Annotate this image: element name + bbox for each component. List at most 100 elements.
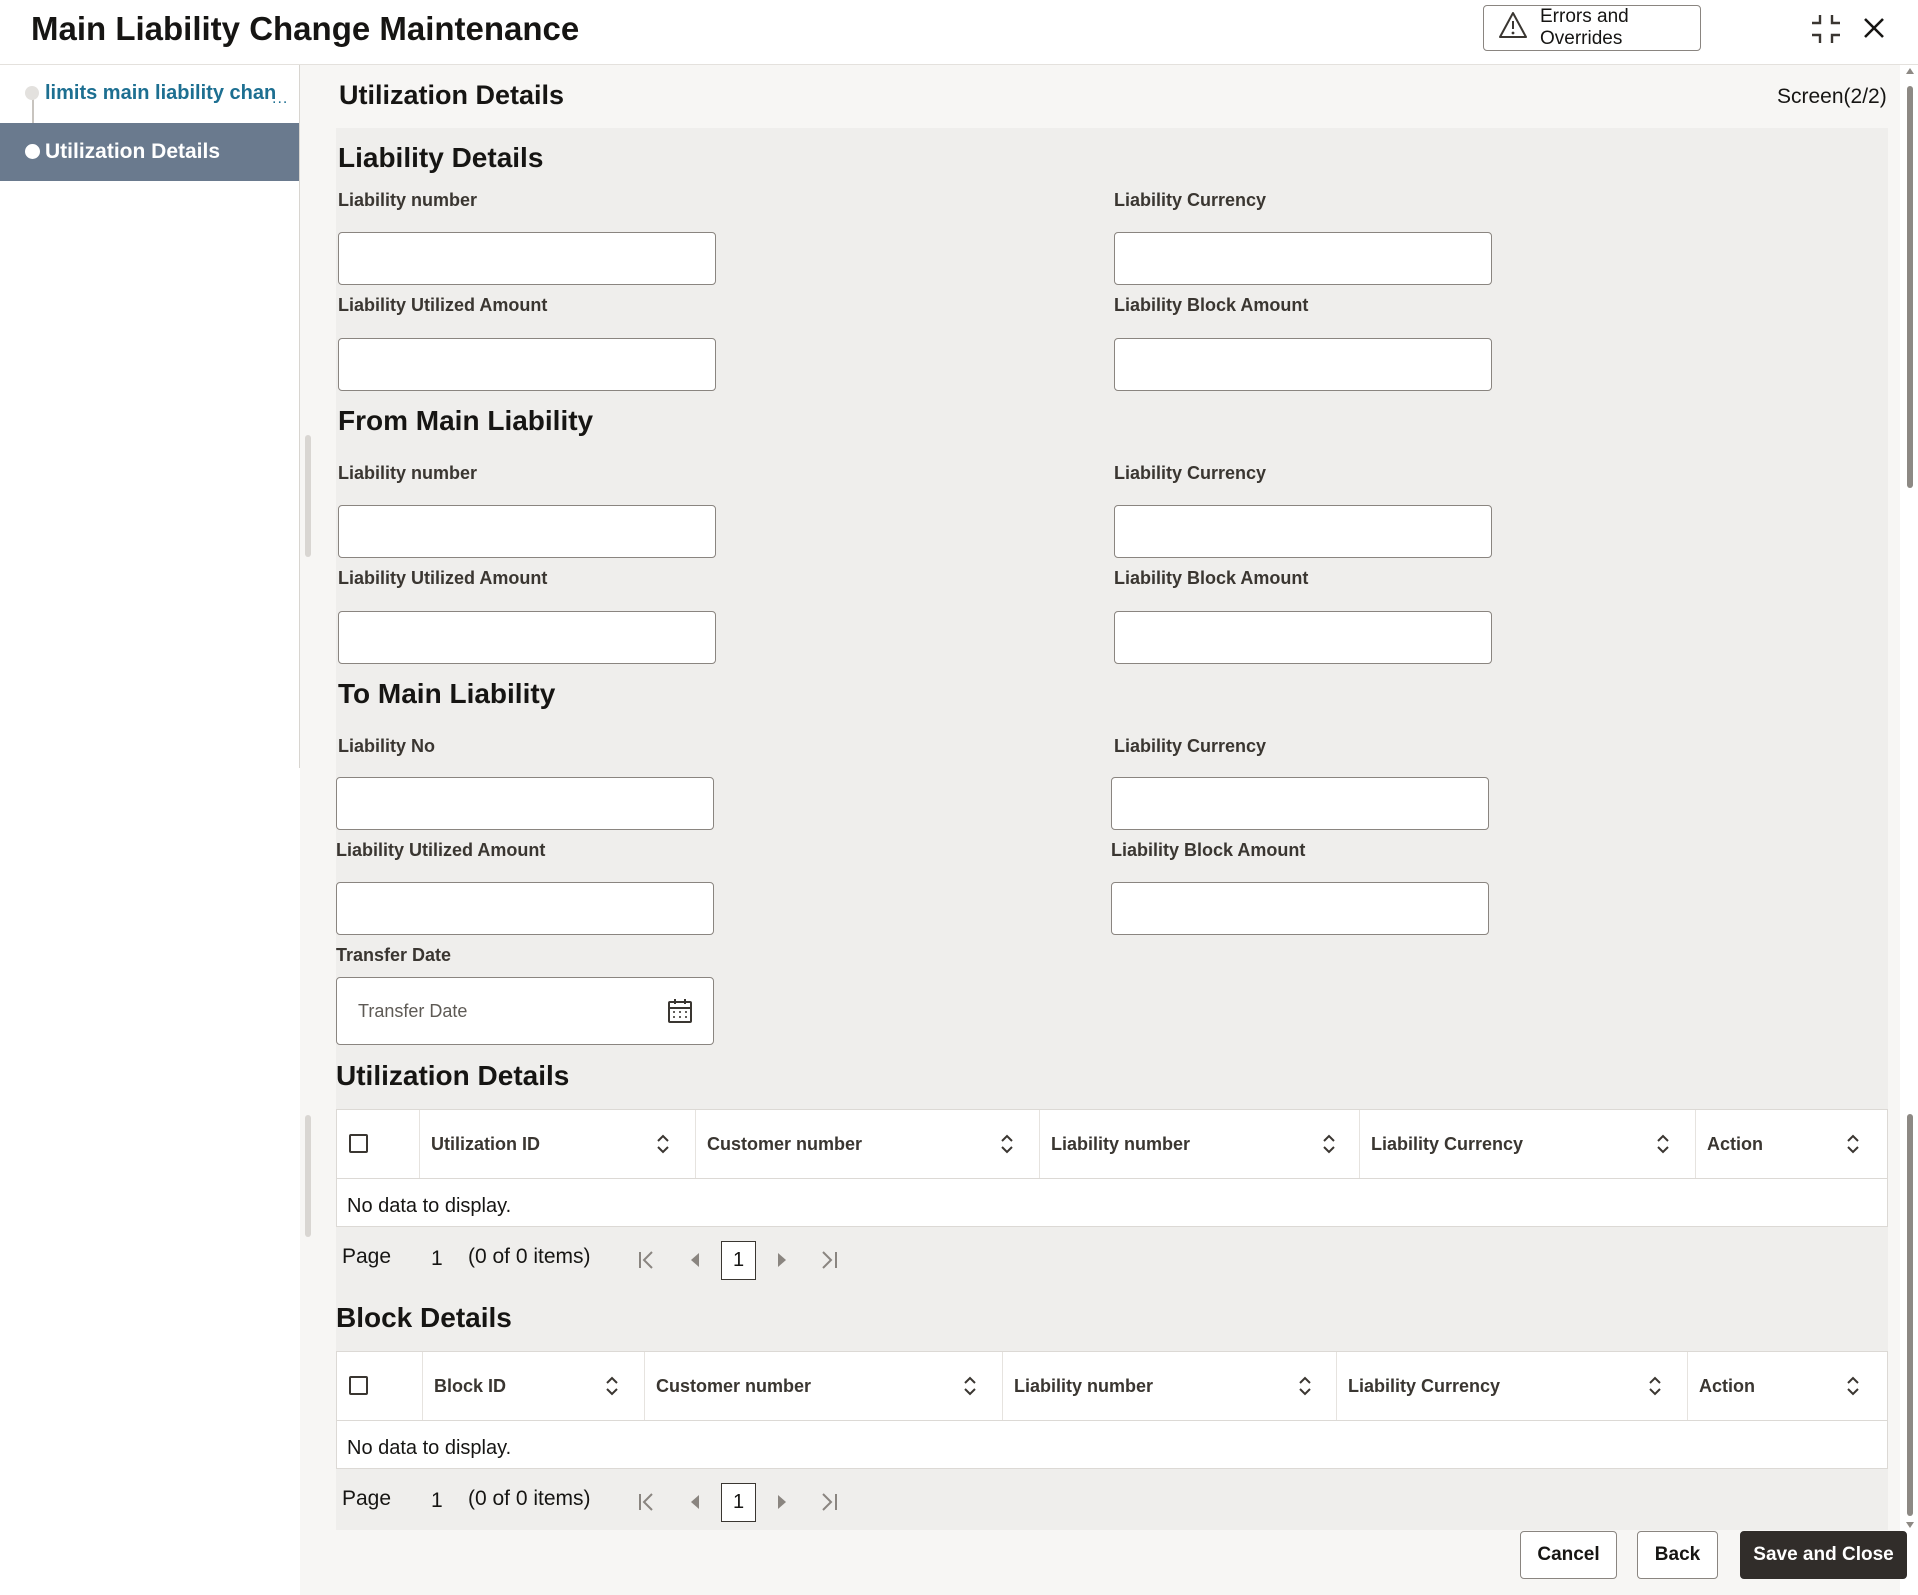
from-liability-utilized-amount-input[interactable]	[338, 611, 716, 664]
section-scroll-indicator[interactable]	[305, 1115, 311, 1237]
column-liability-number[interactable]: Liability number	[1039, 1110, 1359, 1178]
scrollbar-thumb[interactable]	[1907, 86, 1913, 488]
select-all-checkbox[interactable]	[349, 1134, 368, 1153]
block-details-table-title: Block Details	[336, 1302, 512, 1333]
sort-icon[interactable]	[1846, 1376, 1860, 1401]
column-label: Customer number	[656, 1376, 812, 1396]
scroll-down-arrow-icon[interactable]	[1906, 1522, 1914, 1528]
column-action[interactable]: Action	[1695, 1110, 1887, 1178]
pager-page-label: Page	[342, 1487, 392, 1510]
previous-page-icon[interactable]	[689, 1494, 701, 1515]
nav-item-label: Utilization Details	[45, 140, 221, 163]
from-liability-currency-input[interactable]	[1114, 505, 1492, 558]
errors-and-overrides-button[interactable]: Errors and Overrides	[1483, 5, 1701, 51]
save-and-close-button[interactable]: Save and Close	[1740, 1531, 1907, 1579]
liability-number-input[interactable]	[338, 232, 716, 285]
to-liability-utilized-amount-label: Liability Utilized Amount	[336, 840, 546, 860]
to-liability-block-amount-input[interactable]	[1111, 882, 1489, 935]
scroll-up-arrow-icon[interactable]	[1906, 68, 1914, 74]
sort-icon[interactable]	[1298, 1376, 1312, 1401]
sort-icon[interactable]	[605, 1376, 619, 1401]
close-icon[interactable]	[1863, 17, 1885, 44]
first-page-icon[interactable]	[637, 1492, 657, 1517]
nav-item-ellipsis: ...	[272, 90, 289, 107]
warning-triangle-icon	[1498, 11, 1528, 45]
step-indicator	[25, 86, 39, 100]
cancel-button[interactable]: Cancel	[1520, 1531, 1617, 1579]
screen-title: Utilization Details	[339, 80, 565, 110]
column-action[interactable]: Action	[1687, 1352, 1887, 1420]
column-label: Liability Currency	[1348, 1376, 1501, 1396]
transfer-date-placeholder: Transfer Date	[358, 1001, 468, 1021]
vertical-scrollbar[interactable]	[1903, 66, 1917, 1531]
transfer-date-label: Transfer Date	[336, 945, 452, 965]
liability-block-amount-input[interactable]	[1114, 338, 1492, 391]
section-scroll-indicator[interactable]	[305, 435, 311, 557]
to-liability-block-amount-label: Liability Block Amount	[1111, 840, 1306, 860]
sort-icon[interactable]	[1846, 1134, 1860, 1159]
compress-icon[interactable]	[1810, 13, 1842, 50]
column-utilization-id[interactable]: Utilization ID	[419, 1110, 695, 1178]
column-label: Customer number	[707, 1134, 863, 1154]
sort-icon[interactable]	[1322, 1134, 1336, 1159]
sort-icon[interactable]	[1000, 1134, 1014, 1159]
column-label: Liability Currency	[1371, 1134, 1524, 1154]
liability-block-amount-label: Liability Block Amount	[1114, 295, 1309, 315]
column-liability-currency[interactable]: Liability Currency	[1359, 1110, 1695, 1178]
last-page-icon[interactable]	[819, 1250, 839, 1275]
column-customer-number[interactable]: Customer number	[695, 1110, 1039, 1178]
back-button[interactable]: Back	[1637, 1531, 1718, 1579]
select-all-column	[337, 1352, 422, 1420]
screen-counter: Screen(2/2)	[1777, 85, 1887, 108]
block-table: Block ID Customer number Liability numbe…	[336, 1351, 1888, 1469]
from-liability-currency-label: Liability Currency	[1114, 463, 1267, 483]
liability-currency-label: Liability Currency	[1114, 190, 1267, 210]
nav-item-utilization-details[interactable]: Utilization Details	[0, 123, 299, 181]
utilization-details-table-title: Utilization Details	[336, 1060, 570, 1091]
next-page-icon[interactable]	[776, 1252, 788, 1273]
transfer-date-input[interactable]: Transfer Date	[336, 977, 714, 1045]
last-page-icon[interactable]	[819, 1492, 839, 1517]
pager-page-number: 1	[431, 1247, 443, 1270]
sort-icon[interactable]	[656, 1134, 670, 1159]
from-liability-number-input[interactable]	[338, 505, 716, 558]
previous-page-icon[interactable]	[689, 1252, 701, 1273]
liability-currency-input[interactable]	[1114, 232, 1492, 285]
from-liability-utilized-amount-label: Liability Utilized Amount	[338, 568, 548, 588]
next-page-icon[interactable]	[776, 1494, 788, 1515]
pager-summary: (0 of 0 items)	[468, 1245, 591, 1268]
pager-summary: (0 of 0 items)	[468, 1487, 591, 1510]
nav-item-limits-main-liability[interactable]: limits main liability chan ...	[0, 68, 299, 120]
page-title: Main Liability Change Maintenance	[31, 10, 580, 47]
liability-utilized-amount-input[interactable]	[338, 338, 716, 391]
pager-page-number: 1	[431, 1489, 443, 1512]
column-liability-currency[interactable]: Liability Currency	[1336, 1352, 1687, 1420]
to-liability-currency-input[interactable]	[1111, 777, 1489, 830]
select-all-checkbox[interactable]	[349, 1376, 368, 1395]
step-indicator-active	[25, 144, 40, 159]
current-page-indicator[interactable]: 1	[721, 1483, 756, 1522]
column-block-id[interactable]: Block ID	[422, 1352, 644, 1420]
liability-utilized-amount-label: Liability Utilized Amount	[338, 295, 548, 315]
from-main-liability-title: From Main Liability	[338, 405, 594, 436]
pager-page-label: Page	[342, 1245, 392, 1268]
column-liability-number[interactable]: Liability number	[1002, 1352, 1336, 1420]
empty-table-message: No data to display.	[347, 1437, 512, 1459]
liability-details-title: Liability Details	[338, 142, 544, 173]
sort-icon[interactable]	[1656, 1134, 1670, 1159]
column-customer-number[interactable]: Customer number	[644, 1352, 1002, 1420]
from-liability-block-amount-input[interactable]	[1114, 611, 1492, 664]
to-liability-no-label: Liability No	[338, 736, 436, 756]
sort-icon[interactable]	[963, 1376, 977, 1401]
first-page-icon[interactable]	[637, 1250, 657, 1275]
table-header: Block ID Customer number Liability numbe…	[337, 1352, 1887, 1421]
to-liability-no-input[interactable]	[336, 777, 714, 830]
column-label: Block ID	[434, 1376, 507, 1396]
calendar-icon[interactable]	[667, 998, 693, 1029]
scrollbar-thumb[interactable]	[1907, 1114, 1913, 1516]
current-page-indicator[interactable]: 1	[721, 1241, 756, 1280]
to-liability-currency-label: Liability Currency	[1114, 736, 1267, 756]
utilization-table: Utilization ID Customer number Liability…	[336, 1109, 1888, 1227]
to-liability-utilized-amount-input[interactable]	[336, 882, 714, 935]
sort-icon[interactable]	[1648, 1376, 1662, 1401]
